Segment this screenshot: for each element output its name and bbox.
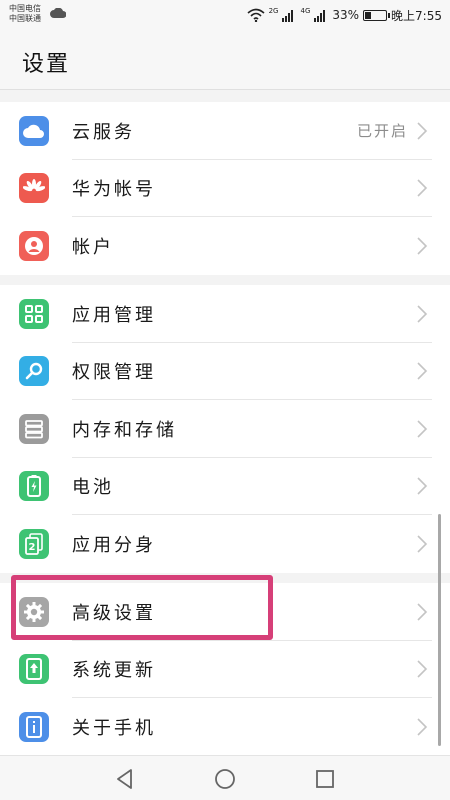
chevron-right-icon [417, 718, 428, 736]
clock: 晚上7:55 [391, 8, 442, 23]
cloud-status-icon [50, 8, 66, 18]
battery-indicator [363, 9, 391, 21]
update-icon [19, 654, 49, 685]
gear-icon [19, 596, 49, 627]
settings-group-account: 云服务 已开启 华为帐号 帐户 [0, 102, 450, 275]
battery-icon [19, 471, 49, 502]
settings-group-apps: 应用管理 权限管理 内存和存储 电池 2 应用分身 [0, 285, 450, 573]
settings-item-storage[interactable]: 内存和存储 [0, 400, 450, 458]
settings-item-permissions[interactable]: 权限管理 [0, 343, 450, 400]
battery-percent: 33% [332, 8, 360, 22]
settings-item-label: 应用分身 [72, 534, 156, 556]
settings-item-label: 云服务 [72, 121, 135, 143]
home-icon[interactable] [213, 767, 237, 791]
signal-2-icon [314, 10, 326, 22]
app-twin-icon: 2 [19, 528, 49, 559]
settings-item-label: 应用管理 [72, 304, 156, 326]
chevron-right-icon [417, 660, 428, 678]
settings-item-label: 权限管理 [72, 362, 156, 384]
settings-item-app-twin[interactable]: 2 应用分身 [0, 515, 450, 573]
cloud-icon [19, 115, 49, 146]
chevron-right-icon [417, 122, 428, 140]
status-bar: 中国电信 中国联通 2G 4G 33% 晚上7:55 [0, 0, 450, 30]
signal-1-tag: 2G [268, 7, 279, 15]
huawei-logo-icon [19, 173, 49, 204]
chevron-right-icon [417, 362, 428, 380]
battery-fill [365, 11, 372, 19]
chevron-right-icon [417, 305, 428, 323]
settings-item-cloud[interactable]: 云服务 已开启 [0, 102, 450, 160]
storage-icon [19, 413, 49, 444]
settings-item-value: 已开启 [356, 122, 408, 141]
settings-item-label: 华为帐号 [72, 179, 156, 201]
svg-text:2: 2 [29, 542, 36, 553]
settings-item-system-update[interactable]: 系统更新 [0, 641, 450, 698]
settings-item-label: 高级设置 [72, 602, 156, 624]
settings-item-accounts[interactable]: 帐户 [0, 217, 450, 275]
carrier-1: 中国电信 [9, 4, 41, 13]
settings-item-app-management[interactable]: 应用管理 [0, 285, 450, 343]
signal-1-icon [282, 10, 294, 22]
carrier-2: 中国联通 [9, 14, 41, 23]
scrollbar[interactable] [438, 514, 441, 746]
chevron-right-icon [417, 420, 428, 438]
chevron-right-icon [417, 603, 428, 621]
wifi-icon [247, 8, 265, 22]
back-icon[interactable] [113, 767, 137, 791]
chevron-right-icon [417, 535, 428, 553]
navigation-bar [0, 755, 450, 800]
apps-grid-icon [19, 298, 49, 329]
chevron-right-icon [417, 237, 428, 255]
chevron-right-icon [417, 477, 428, 495]
settings-item-huawei-account[interactable]: 华为帐号 [0, 160, 450, 217]
settings-item-label: 关于手机 [72, 717, 156, 739]
user-icon [19, 230, 49, 261]
info-icon [19, 711, 49, 742]
app-header: 设置 [0, 30, 450, 90]
chevron-right-icon [417, 179, 428, 197]
settings-item-label: 内存和存储 [72, 419, 177, 441]
settings-item-battery[interactable]: 电池 [0, 458, 450, 515]
carrier-info: 中国电信 中国联通 [9, 4, 41, 24]
settings-item-label: 电池 [72, 477, 114, 499]
recents-icon[interactable] [313, 767, 337, 791]
page-title: 设置 [22, 52, 71, 77]
key-icon [19, 356, 49, 387]
settings-item-label: 帐户 [72, 236, 114, 258]
settings-item-about-phone[interactable]: 关于手机 [0, 698, 450, 756]
settings-group-system: 高级设置 系统更新 关于手机 [0, 583, 450, 756]
settings-item-label: 系统更新 [72, 660, 156, 682]
settings-item-advanced[interactable]: 高级设置 [0, 583, 450, 641]
signal-2-tag: 4G [300, 7, 311, 15]
